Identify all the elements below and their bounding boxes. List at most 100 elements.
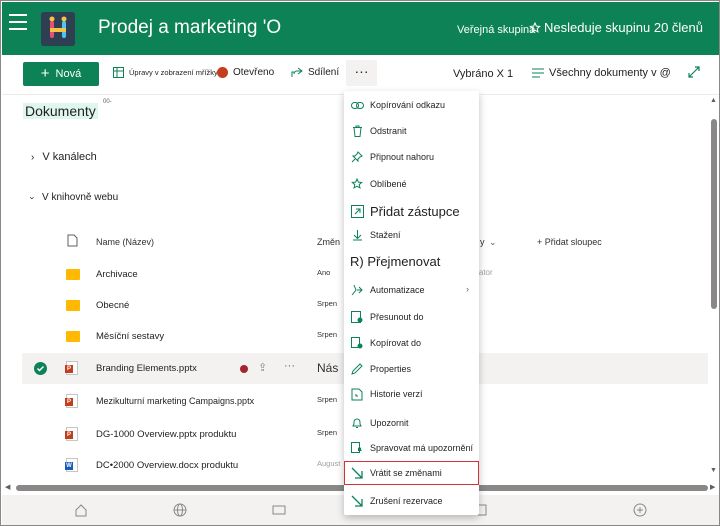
in-web-library-section[interactable]: › V knihovně webu <box>28 192 119 203</box>
menu-item-copy-link[interactable]: Kopírování odkazu <box>344 93 479 117</box>
scroll-left-icon[interactable]: ◀ <box>5 483 10 491</box>
powerpoint-file-icon: P <box>65 427 80 441</box>
bell-icon <box>350 416 364 430</box>
move-icon <box>350 310 364 324</box>
shortcut-icon <box>350 204 364 218</box>
vertical-scroll-thumb[interactable] <box>711 119 717 309</box>
pin-icon <box>350 150 364 164</box>
add-icon[interactable] <box>633 503 647 517</box>
menu-item-delete[interactable]: Odstranit <box>344 119 479 143</box>
powerpoint-file-icon: P <box>65 394 80 408</box>
open-button[interactable]: Otevřeno <box>217 67 274 78</box>
file-name[interactable]: Měsíční sestavy <box>96 331 164 342</box>
folder-icon <box>66 267 80 281</box>
checkmark-icon[interactable] <box>34 362 47 375</box>
row-more-icon[interactable]: ··· <box>284 360 295 372</box>
modified-value: Srpen <box>317 395 338 404</box>
trash-icon <box>350 124 364 138</box>
history-icon <box>350 387 364 401</box>
share-icon[interactable]: ⇪ <box>258 361 267 374</box>
file-name[interactable]: Branding Elements.pptx <box>96 363 197 374</box>
globe-icon[interactable] <box>173 503 187 517</box>
menu-item-properties[interactable]: Properties <box>344 357 479 381</box>
scroll-up-icon[interactable]: ▲ <box>710 97 717 104</box>
menu-item-pin-to-top[interactable]: Připnout nahoru <box>344 145 479 169</box>
column-header-modified[interactable]: Změn <box>317 237 340 247</box>
menu-item-download[interactable]: Stažení <box>344 223 479 247</box>
follow-text: Nesleduje skupinu 20 členů <box>544 20 703 35</box>
menu-item-alert[interactable]: Upozornit <box>344 411 479 435</box>
new-button[interactable]: + Nová <box>23 62 99 86</box>
add-column-button[interactable]: + Přidat sloupec <box>537 237 602 247</box>
chevron-right-icon: › <box>31 151 35 163</box>
column-header-name[interactable]: Name (Název) <box>96 237 154 247</box>
menu-item-copy-to[interactable]: Kopírovat do <box>344 331 479 355</box>
word-file-icon: W <box>65 458 80 472</box>
expand-icon <box>688 66 700 78</box>
menu-item-label: R) Přejmenovat <box>350 253 441 269</box>
discard-checkout-icon <box>350 494 364 508</box>
edit-grid-label: Úpravy v zobrazení mřížky <box>129 68 218 77</box>
modified-value: Srpen <box>317 299 338 308</box>
menu-item-label: Upozornit <box>370 418 409 428</box>
home-icon[interactable] <box>74 503 88 517</box>
menu-item-move-to[interactable]: Přesunout do <box>344 305 479 329</box>
file-name[interactable]: Archivace <box>96 269 138 280</box>
new-label: Nová <box>55 68 82 80</box>
menu-item-add-shortcut[interactable]: Přidat zástupce <box>344 199 479 223</box>
menu-item-favorite[interactable]: Oblíbené <box>344 172 479 196</box>
open-icon <box>217 67 228 78</box>
file-name[interactable]: DC•2000 Overview.docx produktu <box>96 460 238 471</box>
share-label: Sdílení <box>308 67 340 78</box>
vertical-scrollbar[interactable]: ▲ ▼ <box>708 95 719 481</box>
in-channels-section[interactable]: › V kanálech <box>31 151 97 163</box>
view-selector[interactable]: Všechny dokumenty v @ <box>532 67 671 79</box>
link-icon <box>350 98 364 112</box>
menu-item-discard-checkout[interactable]: Zrušení rezervace <box>344 489 479 513</box>
menu-item-label: Kopírování odkazu <box>370 100 446 110</box>
more-actions-button[interactable]: ··· <box>346 60 377 86</box>
plus-icon: + <box>40 65 50 82</box>
checked-out-icon <box>240 365 248 373</box>
menu-item-automate[interactable]: Automatizace › <box>344 278 479 302</box>
column-header-modified-by[interactable]: y <box>480 237 485 247</box>
follow-status[interactable]: Nesleduje skupinu 20 členů <box>529 20 703 35</box>
group-visibility: Veřejná skupina <box>457 24 536 36</box>
chevron-down-icon[interactable]: ⌄ <box>489 237 497 248</box>
automate-icon <box>350 283 364 297</box>
menu-item-label: Spravovat má upozornění <box>370 443 474 453</box>
plus-icon: + <box>537 237 545 247</box>
file-name[interactable]: Obecné <box>96 300 129 311</box>
site-title[interactable]: Prodej a marketing 'O <box>98 17 281 39</box>
hamburger-menu-icon[interactable] <box>9 14 27 30</box>
all-docs-label: Všechny dokumenty v @ <box>549 67 671 79</box>
scroll-down-icon[interactable]: ▼ <box>710 467 717 474</box>
command-bar: + Nová Úpravy v zobrazení mřížky Otevřen… <box>2 55 719 95</box>
site-logo[interactable] <box>41 12 75 46</box>
menu-item-check-in[interactable]: Vrátit se změnami <box>344 461 479 485</box>
menu-item-label: Odstranit <box>370 126 407 136</box>
chevron-right-icon: › <box>466 284 469 294</box>
menu-item-label: Připnout nahoru <box>370 152 435 162</box>
news-icon[interactable] <box>272 503 286 517</box>
modified-value: Nás <box>317 361 339 375</box>
library-title[interactable]: Dokumenty <box>23 103 98 119</box>
file-name[interactable]: DG-1000 Overview.pptx produktu <box>96 429 236 440</box>
menu-item-label: Oblíbené <box>370 179 407 189</box>
download-icon <box>350 228 364 242</box>
menu-item-manage-alerts[interactable]: Spravovat má upozornění <box>344 436 479 460</box>
share-button[interactable]: Sdílení <box>291 67 339 78</box>
edit-grid-view-button[interactable]: Úpravy v zobrazení mřížky <box>113 67 218 78</box>
file-name[interactable]: Mezikulturní marketing Campaigns.pptx <box>96 396 254 406</box>
library-title-hint: 00- <box>103 99 112 105</box>
selected-count[interactable]: Vybráno X 1 <box>453 68 513 80</box>
menu-item-version-history[interactable]: Historie verzí <box>344 382 479 406</box>
menu-item-label: Properties <box>370 364 412 374</box>
window-frame: Prodej a marketing 'O Veřejná skupina Ne… <box>0 0 720 526</box>
checkin-icon <box>350 466 364 480</box>
menu-item-rename[interactable]: R) Přejmenovat <box>344 249 479 273</box>
file-type-header-icon[interactable] <box>67 234 78 249</box>
star-icon <box>529 21 541 33</box>
scroll-right-icon[interactable]: ▶ <box>710 483 715 491</box>
expand-button[interactable] <box>688 66 700 78</box>
